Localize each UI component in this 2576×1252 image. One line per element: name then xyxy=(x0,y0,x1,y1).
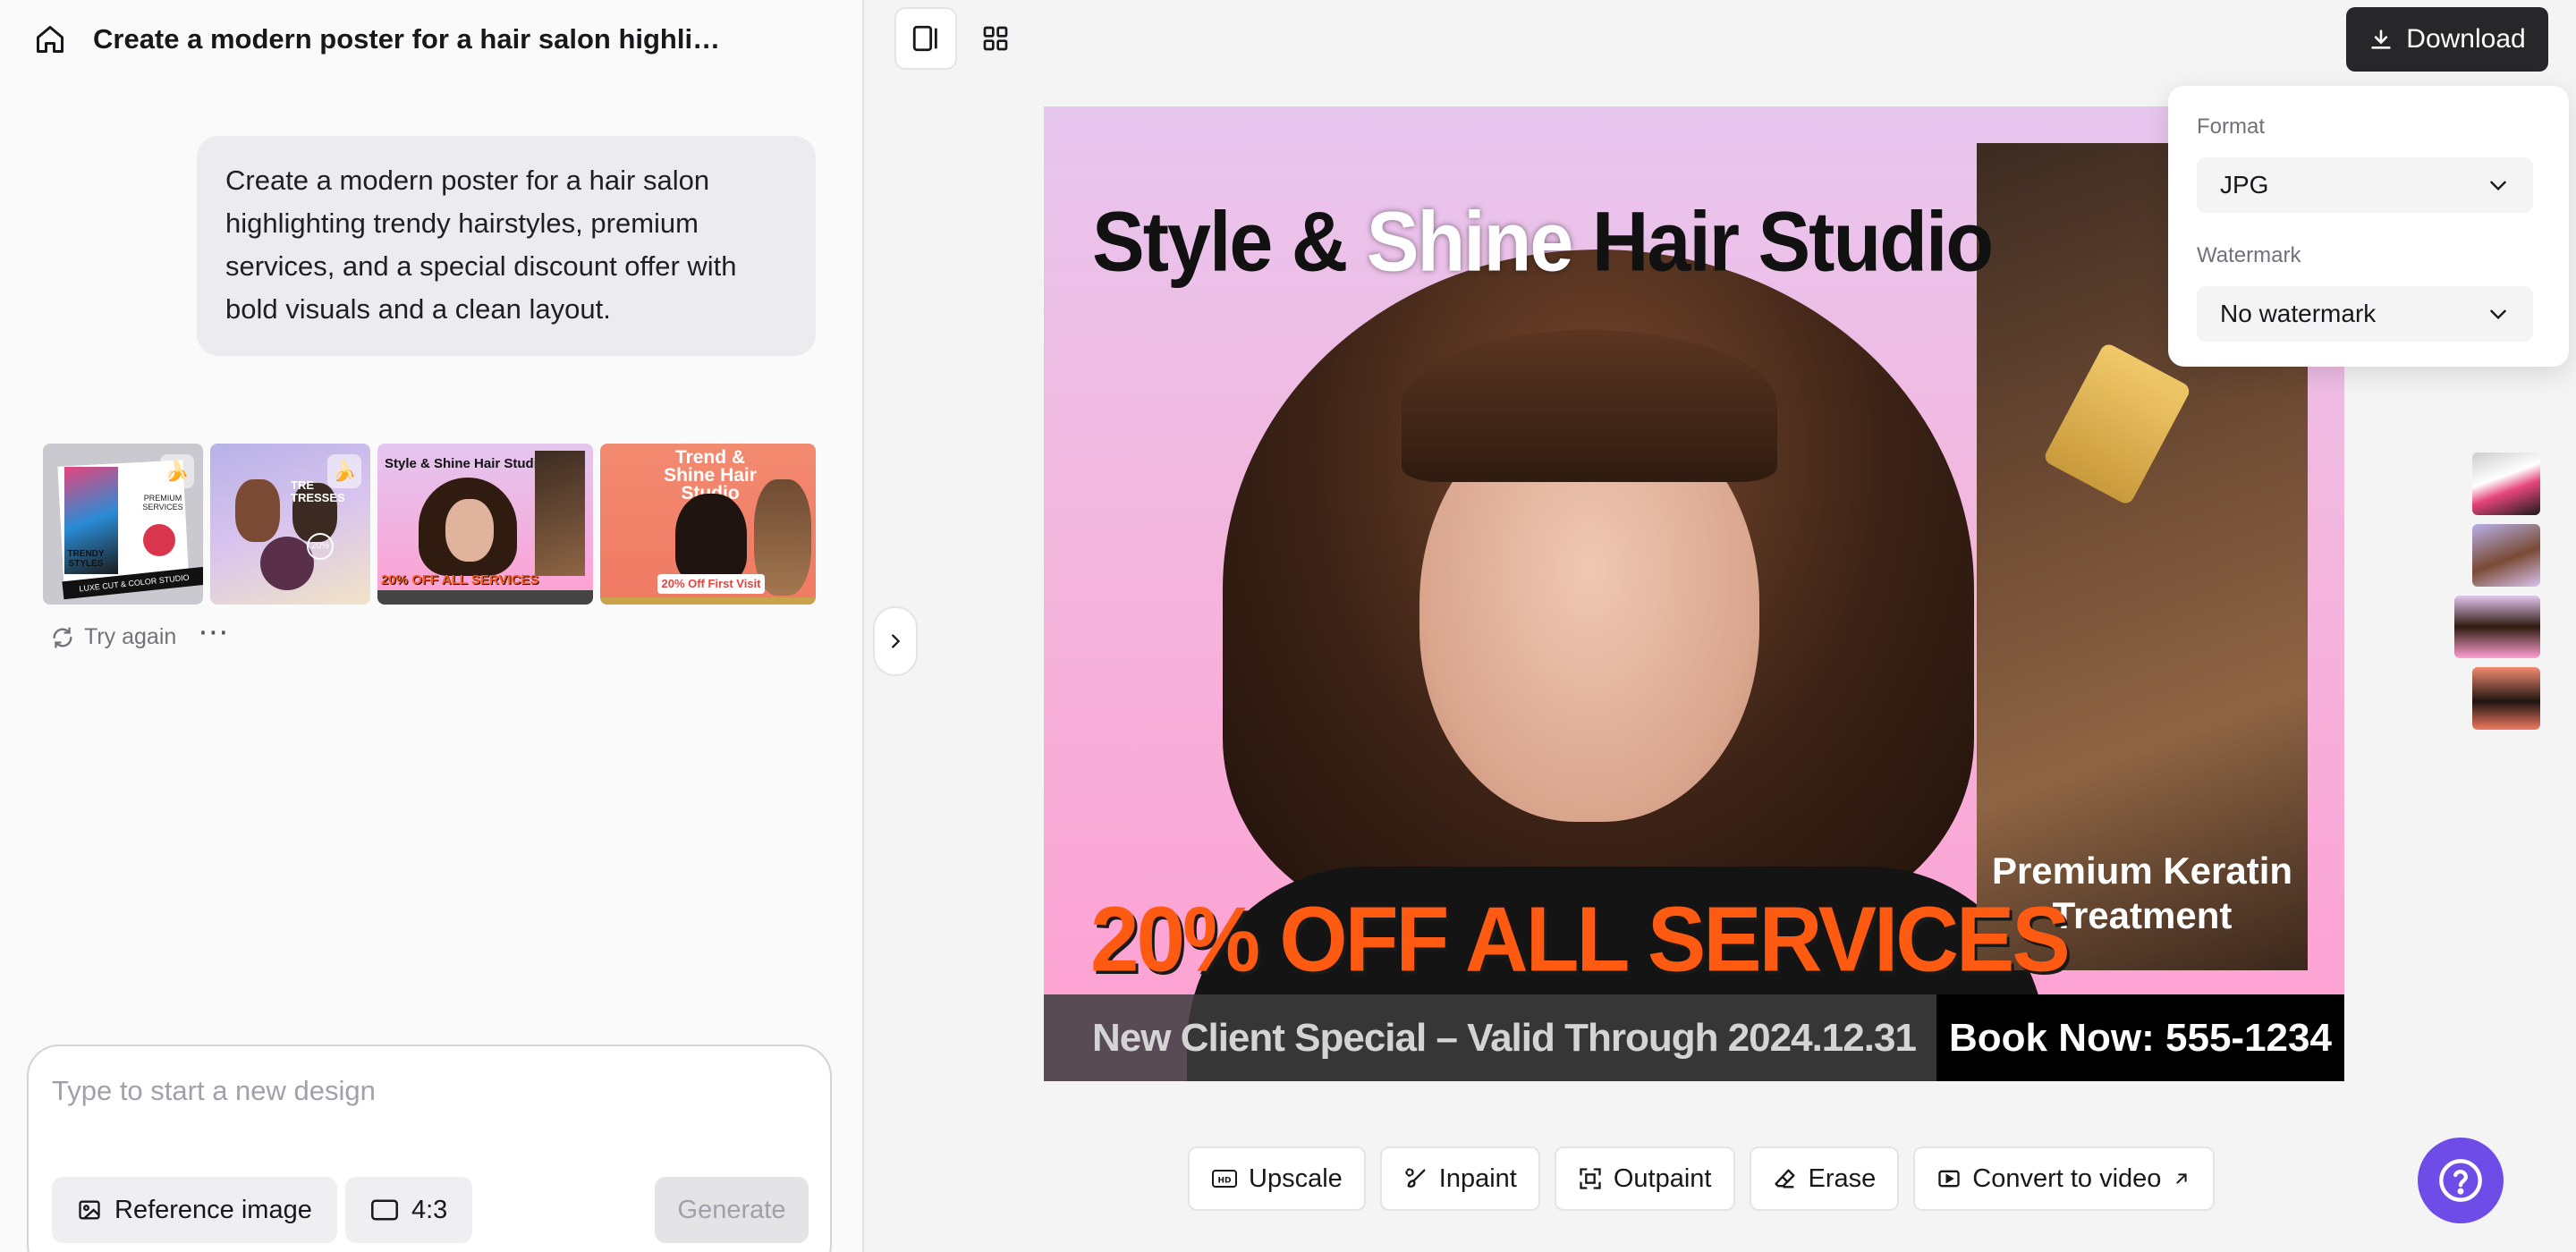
rail-thumb-3[interactable] xyxy=(2454,596,2540,658)
upscale-button[interactable]: HD Upscale xyxy=(1188,1146,1366,1211)
watermark-value: No watermark xyxy=(2220,300,2377,327)
rail-thumb-1[interactable] xyxy=(2472,453,2540,515)
single-view-button[interactable] xyxy=(894,7,957,70)
outpaint-label: Outpaint xyxy=(1613,1163,1712,1193)
image-icon xyxy=(79,1200,100,1220)
thumbnail-3-title: Style & Shine Hair Studio xyxy=(385,456,547,471)
thumbnail-1-sub: PREMIUM SERVICES xyxy=(142,494,183,512)
expand-icon xyxy=(1580,1168,1601,1189)
chat-panel: Create a modern poster for a hair salon … xyxy=(0,0,864,1252)
download-options: Format JPG Watermark No watermark xyxy=(2168,86,2569,367)
thumbnail-2[interactable]: TRE TRESSES 20% 🍌 xyxy=(210,444,370,605)
thumbnail-2-sub: 20% xyxy=(307,533,334,560)
home-button[interactable] xyxy=(30,20,70,59)
prompt-input[interactable]: Type to start a new design xyxy=(52,1075,376,1107)
view-toggle xyxy=(894,7,1027,70)
generate-button[interactable]: Generate xyxy=(655,1177,809,1243)
refresh-icon xyxy=(53,626,72,648)
format-select[interactable]: JPG xyxy=(2197,157,2533,213)
reference-image-button[interactable]: Reference image xyxy=(52,1177,337,1243)
poster-canvas[interactable]: Style & Shine Hair Studio Premium Kerati… xyxy=(1044,106,2344,1081)
prompt-bubble: Create a modern poster for a hair salon … xyxy=(197,136,816,356)
download-icon xyxy=(2371,30,2391,49)
result-thumbnails: TRENDY STYLES PREMIUM SERVICES LUXE CUT … xyxy=(43,444,816,605)
eraser-icon xyxy=(1774,1169,1794,1189)
outpaint-button[interactable]: Outpaint xyxy=(1554,1146,1735,1211)
poster-footer: New Client Special – Valid Through 2024.… xyxy=(1044,994,2344,1081)
aspect-ratio-icon xyxy=(371,1199,398,1221)
inpaint-button[interactable]: Inpaint xyxy=(1379,1146,1540,1211)
help-button[interactable] xyxy=(2418,1138,2504,1223)
hd-icon: HD xyxy=(1212,1170,1237,1188)
thumbnail-1[interactable]: TRENDY STYLES PREMIUM SERVICES LUXE CUT … xyxy=(43,444,203,605)
aspect-ratio-button[interactable]: 4:3 xyxy=(345,1177,473,1243)
try-again-button[interactable]: Try again xyxy=(50,624,176,650)
erase-button[interactable]: Erase xyxy=(1749,1146,1900,1211)
inpaint-label: Inpaint xyxy=(1438,1163,1517,1193)
thumbnail-1-title: TRENDY STYLES xyxy=(67,549,105,569)
convert-to-video-button[interactable]: Convert to video xyxy=(1913,1146,2216,1211)
banana-icon: 🍌 xyxy=(327,454,361,488)
chevron-down-icon xyxy=(2490,181,2506,191)
book-now-text: Book Now: 555-1234 xyxy=(1936,994,2344,1081)
watermark-label: Watermark xyxy=(2197,243,2301,267)
chevron-down-icon xyxy=(2490,309,2506,320)
special-offer-text: New Client Special – Valid Through 2024.… xyxy=(1092,1016,1917,1060)
download-button[interactable]: Download xyxy=(2346,7,2548,72)
expand-panel-button[interactable] xyxy=(873,606,918,676)
composer: Type to start a new design Reference ima… xyxy=(27,1045,832,1252)
download-label: Download xyxy=(2406,24,2526,54)
thumbnail-rail xyxy=(2454,453,2540,730)
panel-header: Create a modern poster for a hair salon … xyxy=(30,16,720,63)
single-view-icon xyxy=(912,25,937,52)
result-actions: Try again ⋯ xyxy=(50,615,230,650)
grid-icon xyxy=(983,26,1008,51)
chevron-right-icon xyxy=(892,634,901,648)
format-label: Format xyxy=(2197,114,2266,139)
erase-label: Erase xyxy=(1808,1163,1877,1193)
convert-label: Convert to video xyxy=(1972,1163,2162,1193)
reference-image-label: Reference image xyxy=(114,1195,312,1224)
poster-title: Style & Shine Hair Studio xyxy=(1092,193,1994,289)
thumbnail-3-sub: 20% OFF ALL SERVICES xyxy=(381,572,539,588)
banana-icon: 🍌 xyxy=(160,454,194,488)
video-icon xyxy=(1938,1170,1960,1188)
upscale-label: Upscale xyxy=(1249,1163,1343,1193)
home-icon xyxy=(37,26,64,53)
more-options-button[interactable]: ⋯ xyxy=(198,614,230,650)
try-again-label: Try again xyxy=(84,624,177,649)
watermark-select[interactable]: No watermark xyxy=(2197,286,2533,342)
format-value: JPG xyxy=(2220,171,2269,199)
grid-view-button[interactable] xyxy=(964,7,1027,70)
thumbnail-4[interactable]: Trend & Shine Hair Studio 20% Off First … xyxy=(600,444,816,605)
edit-toolbar: HD Upscale Inpaint Outpaint Erase Conver… xyxy=(1188,1146,2216,1211)
promo-text: 20% OFF ALL SERVICES xyxy=(1090,887,2071,991)
brush-icon xyxy=(1405,1168,1426,1188)
svg-text:HD: HD xyxy=(1217,1177,1231,1186)
page-title: Create a modern poster for a hair salon … xyxy=(93,23,721,55)
external-arrow-icon xyxy=(2176,1173,2188,1184)
rail-thumb-4[interactable] xyxy=(2472,667,2540,730)
aspect-ratio-label: 4:3 xyxy=(411,1195,448,1224)
question-icon xyxy=(2439,1159,2482,1202)
rail-thumb-2[interactable] xyxy=(2472,524,2540,587)
thumbnail-4-sub: 20% Off First Visit xyxy=(657,574,765,594)
thumbnail-3[interactable]: Style & Shine Hair Studio 20% OFF ALL SE… xyxy=(377,444,593,605)
model-bangs xyxy=(1402,330,1777,482)
